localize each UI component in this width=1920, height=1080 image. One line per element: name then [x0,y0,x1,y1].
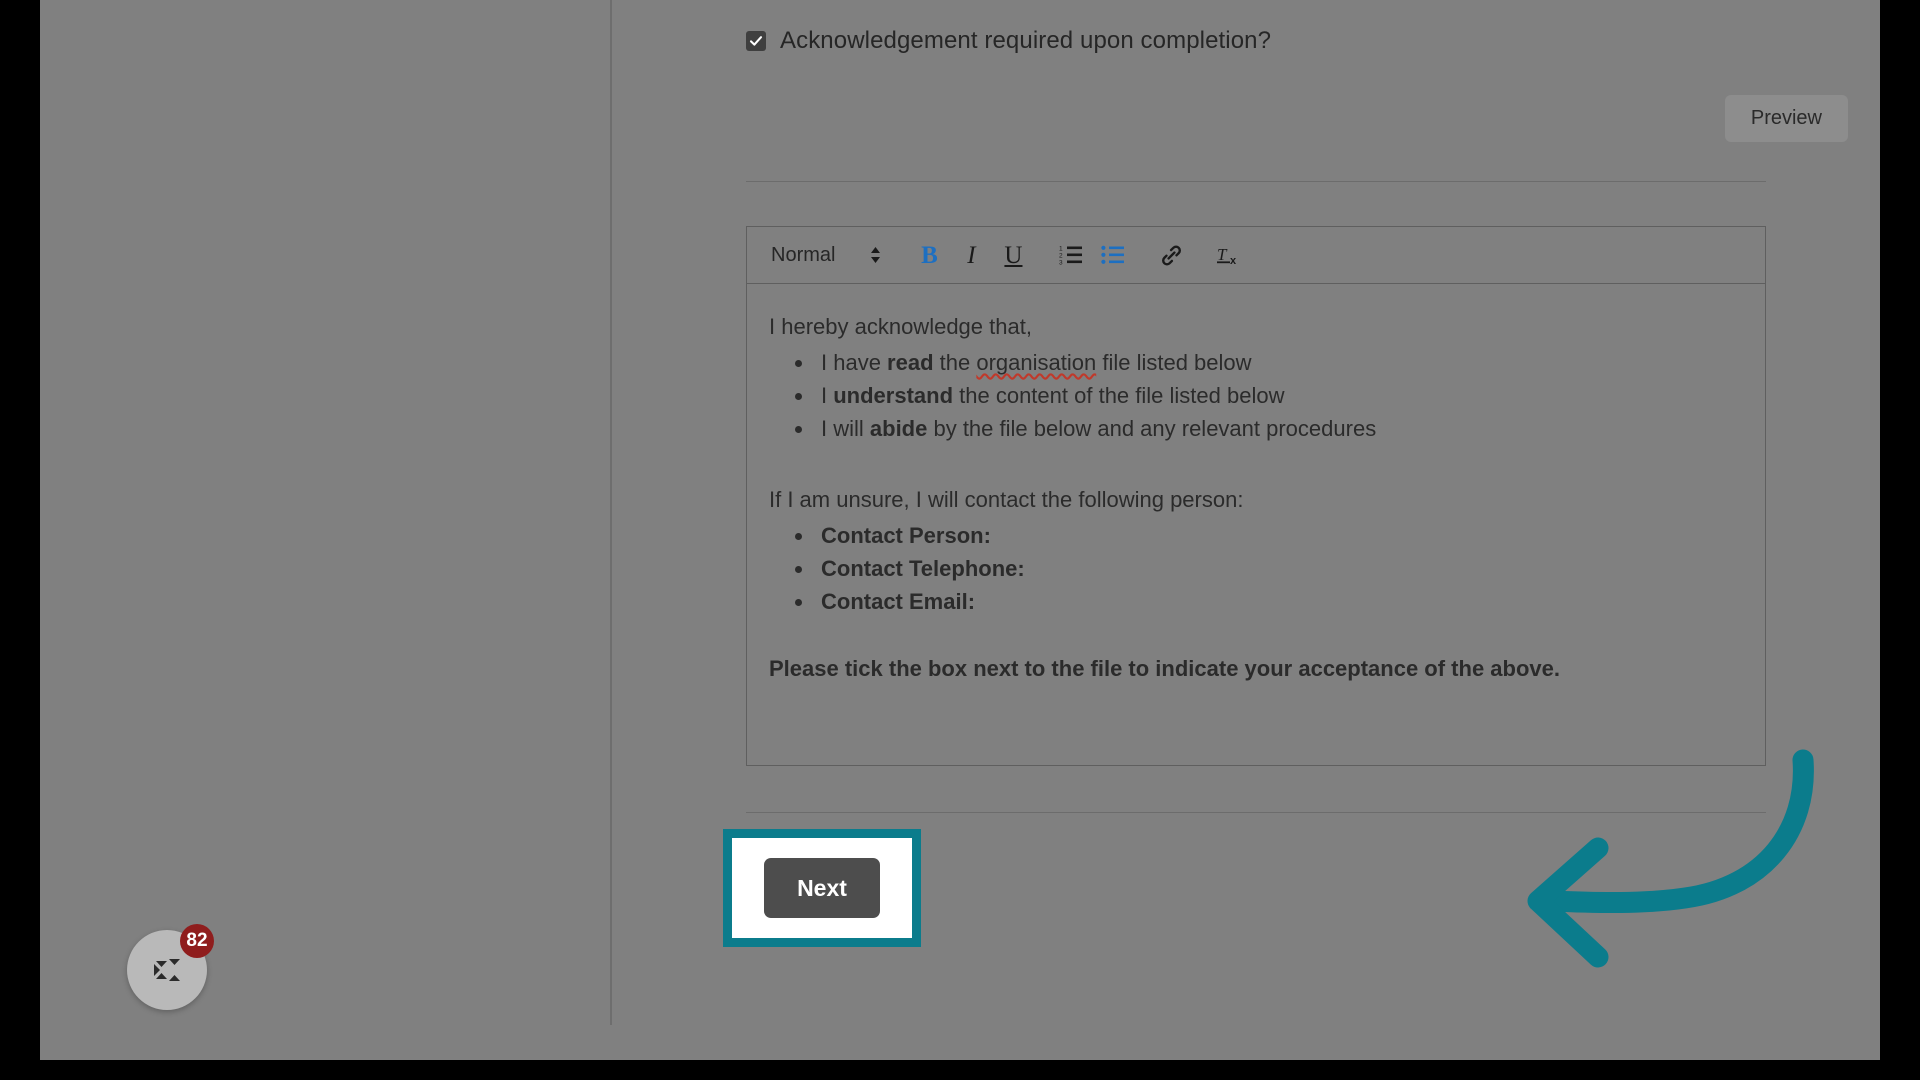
acknowledgement-list: I have read the organisation file listed… [815,352,1743,440]
rich-text-editor[interactable]: Normal B I U 1 2 3 T x I hereby acknowle… [746,226,1766,766]
separator-bottom [746,812,1766,813]
chat-logo-icon [154,959,180,981]
contact-telephone-label: Contact Telephone: [821,556,1025,581]
bullet-list-button[interactable] [1092,234,1134,276]
ack-item-0-bold: read [887,350,934,375]
bold-icon: B [921,241,938,269]
separator-top [746,181,1766,182]
ordered-list-button[interactable]: 1 2 3 [1050,234,1092,276]
screen-root: Acknowledgement required upon completion… [0,0,1920,1080]
editor-document-body[interactable]: I hereby acknowledge that, I have read t… [747,284,1765,766]
unsure-paragraph: If I am unsure, I will contact the follo… [769,487,1244,512]
list-item: I have read the organisation file listed… [815,352,1743,374]
dimmed-page-surface: Acknowledgement required upon completion… [40,0,1880,1060]
svg-text:1: 1 [1059,246,1063,253]
link-button[interactable] [1150,234,1192,276]
list-item: Contact Email: [815,591,1743,613]
curved-arrow-left-icon [1527,749,1814,968]
chat-unread-badge: 82 [180,924,214,958]
ack-item-0-misspelled: organisation [976,350,1097,375]
svg-text:T: T [1217,245,1228,264]
acknowledgement-required-checkbox[interactable] [746,31,766,51]
underline-icon: U [1004,241,1023,269]
editor-toolbar: Normal B I U 1 2 3 T x [747,227,1765,284]
next-button[interactable]: Next [764,858,880,918]
contact-email-label: Contact Email: [821,589,976,614]
italic-icon: I [967,241,976,269]
ack-item-1-bold: understand [833,383,954,408]
ack-item-0-post: file listed below [1096,350,1252,375]
ack-item-1-post: the content of the file listed below [953,383,1285,408]
next-button-highlight: Next [723,829,921,947]
clear-format-button[interactable]: T x [1208,234,1250,276]
ack-item-2-pre: I will [821,416,870,441]
ack-item-2-bold: abide [869,416,928,441]
acknowledgement-required-row[interactable]: Acknowledgement required upon completion… [746,27,1271,55]
acknowledgement-required-label: Acknowledgement required upon completion… [780,27,1272,54]
intro-paragraph: I hereby acknowledge that, [769,314,1032,339]
closing-paragraph: Please tick the box next to the file to … [769,656,1560,681]
bold-button[interactable]: B [908,234,950,276]
main-content-column: Acknowledgement required upon completion… [610,0,1920,1060]
preview-button[interactable]: Preview [1724,95,1848,142]
svg-text:x: x [1230,255,1237,267]
ack-item-1-pre: I [821,383,834,408]
text-style-select-value: Normal [771,243,836,266]
bullet-list-icon [1101,245,1125,264]
contact-list: Contact Person: Contact Telephone: Conta… [815,525,1743,613]
contact-person-label: Contact Person: [821,523,991,548]
list-item: I understand the content of the file lis… [815,385,1743,407]
list-item: Contact Telephone: [815,558,1743,580]
check-icon [749,36,763,46]
italic-button[interactable]: I [950,234,992,276]
list-item: Contact Person: [815,525,1743,547]
ordered-list-icon: 1 2 3 [1059,246,1083,267]
chat-widget[interactable]: 82 [127,924,214,1010]
ack-item-0-pre: I have [821,350,888,375]
chevron-updown-icon [871,247,881,263]
svg-text:3: 3 [1059,260,1063,267]
ack-item-0-post-plain: the [933,350,977,375]
link-icon [1161,245,1181,265]
text-style-select[interactable]: Normal [763,244,882,267]
svg-text:2: 2 [1059,253,1063,260]
clear-format-icon: T x [1217,245,1237,267]
list-item: I will abide by the file below and any r… [815,418,1743,440]
underline-button[interactable]: U [992,234,1034,276]
ack-item-2-post: by the file below and any relevant proce… [927,416,1377,441]
